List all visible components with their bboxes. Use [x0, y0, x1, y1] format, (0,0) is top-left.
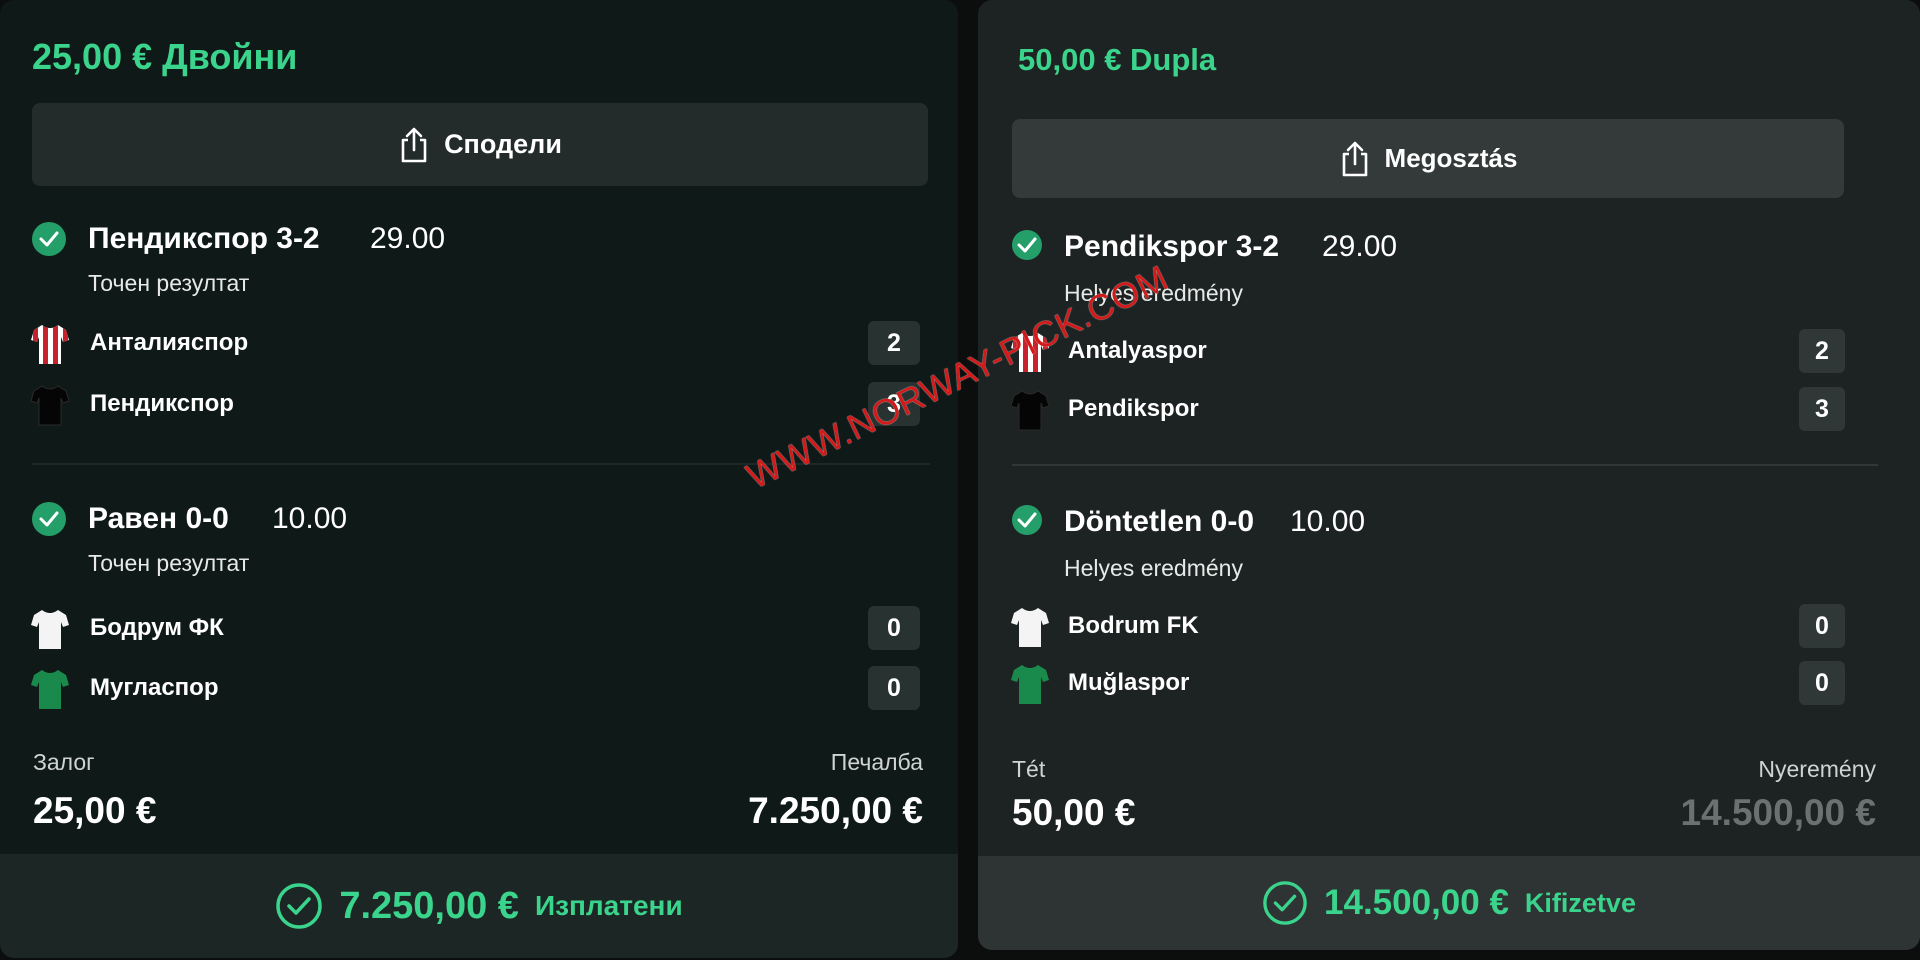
- jersey-black-icon: [30, 385, 70, 426]
- payout-status: Изплатени: [534, 890, 683, 921]
- team-row: Bodrum FK 0: [1010, 604, 1846, 648]
- check-icon: [32, 222, 66, 256]
- stake-label: Tét: [1012, 756, 1046, 782]
- check-circle-icon: [276, 883, 323, 929]
- team-row: Пендикспор 3: [30, 382, 922, 426]
- team-score: 2: [868, 321, 920, 365]
- bet-title: 25,00 € Двойни: [32, 36, 298, 77]
- selection-market: Точен резултат: [88, 550, 250, 576]
- winnings-label: Nyeremény: [1758, 756, 1876, 782]
- payout-status: Kifizetve: [1524, 887, 1636, 918]
- team-score: 3: [1799, 387, 1845, 431]
- team-row: Мугласпор 0: [30, 666, 922, 710]
- jersey-white-icon: [1011, 608, 1049, 647]
- selection-pick: Пендикспор 3-2: [88, 222, 320, 255]
- team-name: Antalyaspor: [1068, 337, 1207, 364]
- team-row: Бодрум ФК 0: [30, 606, 922, 650]
- team-score: 0: [1799, 661, 1845, 705]
- check-icon: [1012, 505, 1042, 535]
- team-name: Muğlaspor: [1068, 669, 1190, 696]
- team-name: Pendikspor: [1068, 395, 1199, 422]
- bet-slip-card-right: 50,00 € Dupla Megosztás Pendikspor 3-2 2…: [978, 0, 1920, 950]
- team-score: 0: [868, 606, 920, 650]
- bet-slip-card-left: 25,00 € Двойни Сподели Пендикспор 3-2 29…: [0, 0, 958, 958]
- selection-odds: 29.00: [1322, 230, 1398, 263]
- payout-footer: 14.500,00 € Kifizetve: [978, 856, 1920, 950]
- check-circle-icon: [1263, 881, 1307, 925]
- winnings-value: 14.500,00 €: [1680, 792, 1876, 833]
- share-label: Сподели: [444, 129, 562, 159]
- stake-value: 50,00 €: [1012, 792, 1136, 833]
- team-row: Antalyaspor 2: [1010, 329, 1846, 373]
- selection-pick: Döntetlen 0-0: [1064, 505, 1255, 538]
- team-row: Pendikspor 3: [1010, 387, 1846, 431]
- share-label: Megosztás: [1384, 143, 1518, 173]
- payout-amount: 7.250,00 €: [339, 884, 519, 927]
- team-score: 2: [1799, 329, 1845, 373]
- stake-label: Залог: [33, 749, 95, 775]
- selection-market: Точен резултат: [88, 270, 250, 296]
- selection-pick: Равен 0-0: [88, 502, 229, 535]
- selection-pick: Pendikspor 3-2: [1064, 230, 1280, 263]
- bet-title: 50,00 € Dupla: [1018, 42, 1217, 77]
- winnings-label: Печалба: [830, 749, 923, 775]
- share-button[interactable]: Megosztás: [1012, 119, 1844, 198]
- jersey-black-icon: [1010, 390, 1050, 431]
- payout-amount: 14.500,00 €: [1324, 883, 1509, 922]
- selection-odds: 10.00: [1290, 505, 1366, 538]
- team-name: Пендикспор: [90, 390, 234, 417]
- team-score: 0: [1799, 604, 1845, 648]
- jersey-red-white-icon: [31, 325, 69, 364]
- team-row: Анталияспор 2: [30, 321, 922, 365]
- jersey-green-icon: [1011, 665, 1049, 704]
- share-icon: [1342, 141, 1367, 176]
- share-icon: [401, 127, 427, 162]
- team-name: Bodrum FK: [1068, 612, 1199, 639]
- team-name: Бодрум ФК: [90, 614, 224, 641]
- jersey-white-icon: [31, 610, 69, 649]
- selection-market: Helyes eredmény: [1064, 555, 1243, 581]
- jersey-green-icon: [31, 670, 69, 709]
- team-score: 0: [868, 666, 920, 710]
- share-button[interactable]: Сподели: [32, 103, 928, 186]
- winnings-value: 7.250,00 €: [748, 790, 923, 831]
- team-name: Анталияспор: [90, 329, 249, 356]
- selection-odds: 10.00: [272, 502, 348, 535]
- check-icon: [1012, 230, 1042, 260]
- selection-odds: 29.00: [370, 222, 446, 255]
- divider: [1012, 464, 1878, 466]
- team-row: Muğlaspor 0: [1010, 661, 1846, 705]
- check-icon: [32, 502, 66, 536]
- payout-footer: 7.250,00 € Изплатени: [0, 854, 958, 958]
- team-name: Мугласпор: [90, 674, 219, 701]
- stake-value: 25,00 €: [33, 790, 157, 831]
